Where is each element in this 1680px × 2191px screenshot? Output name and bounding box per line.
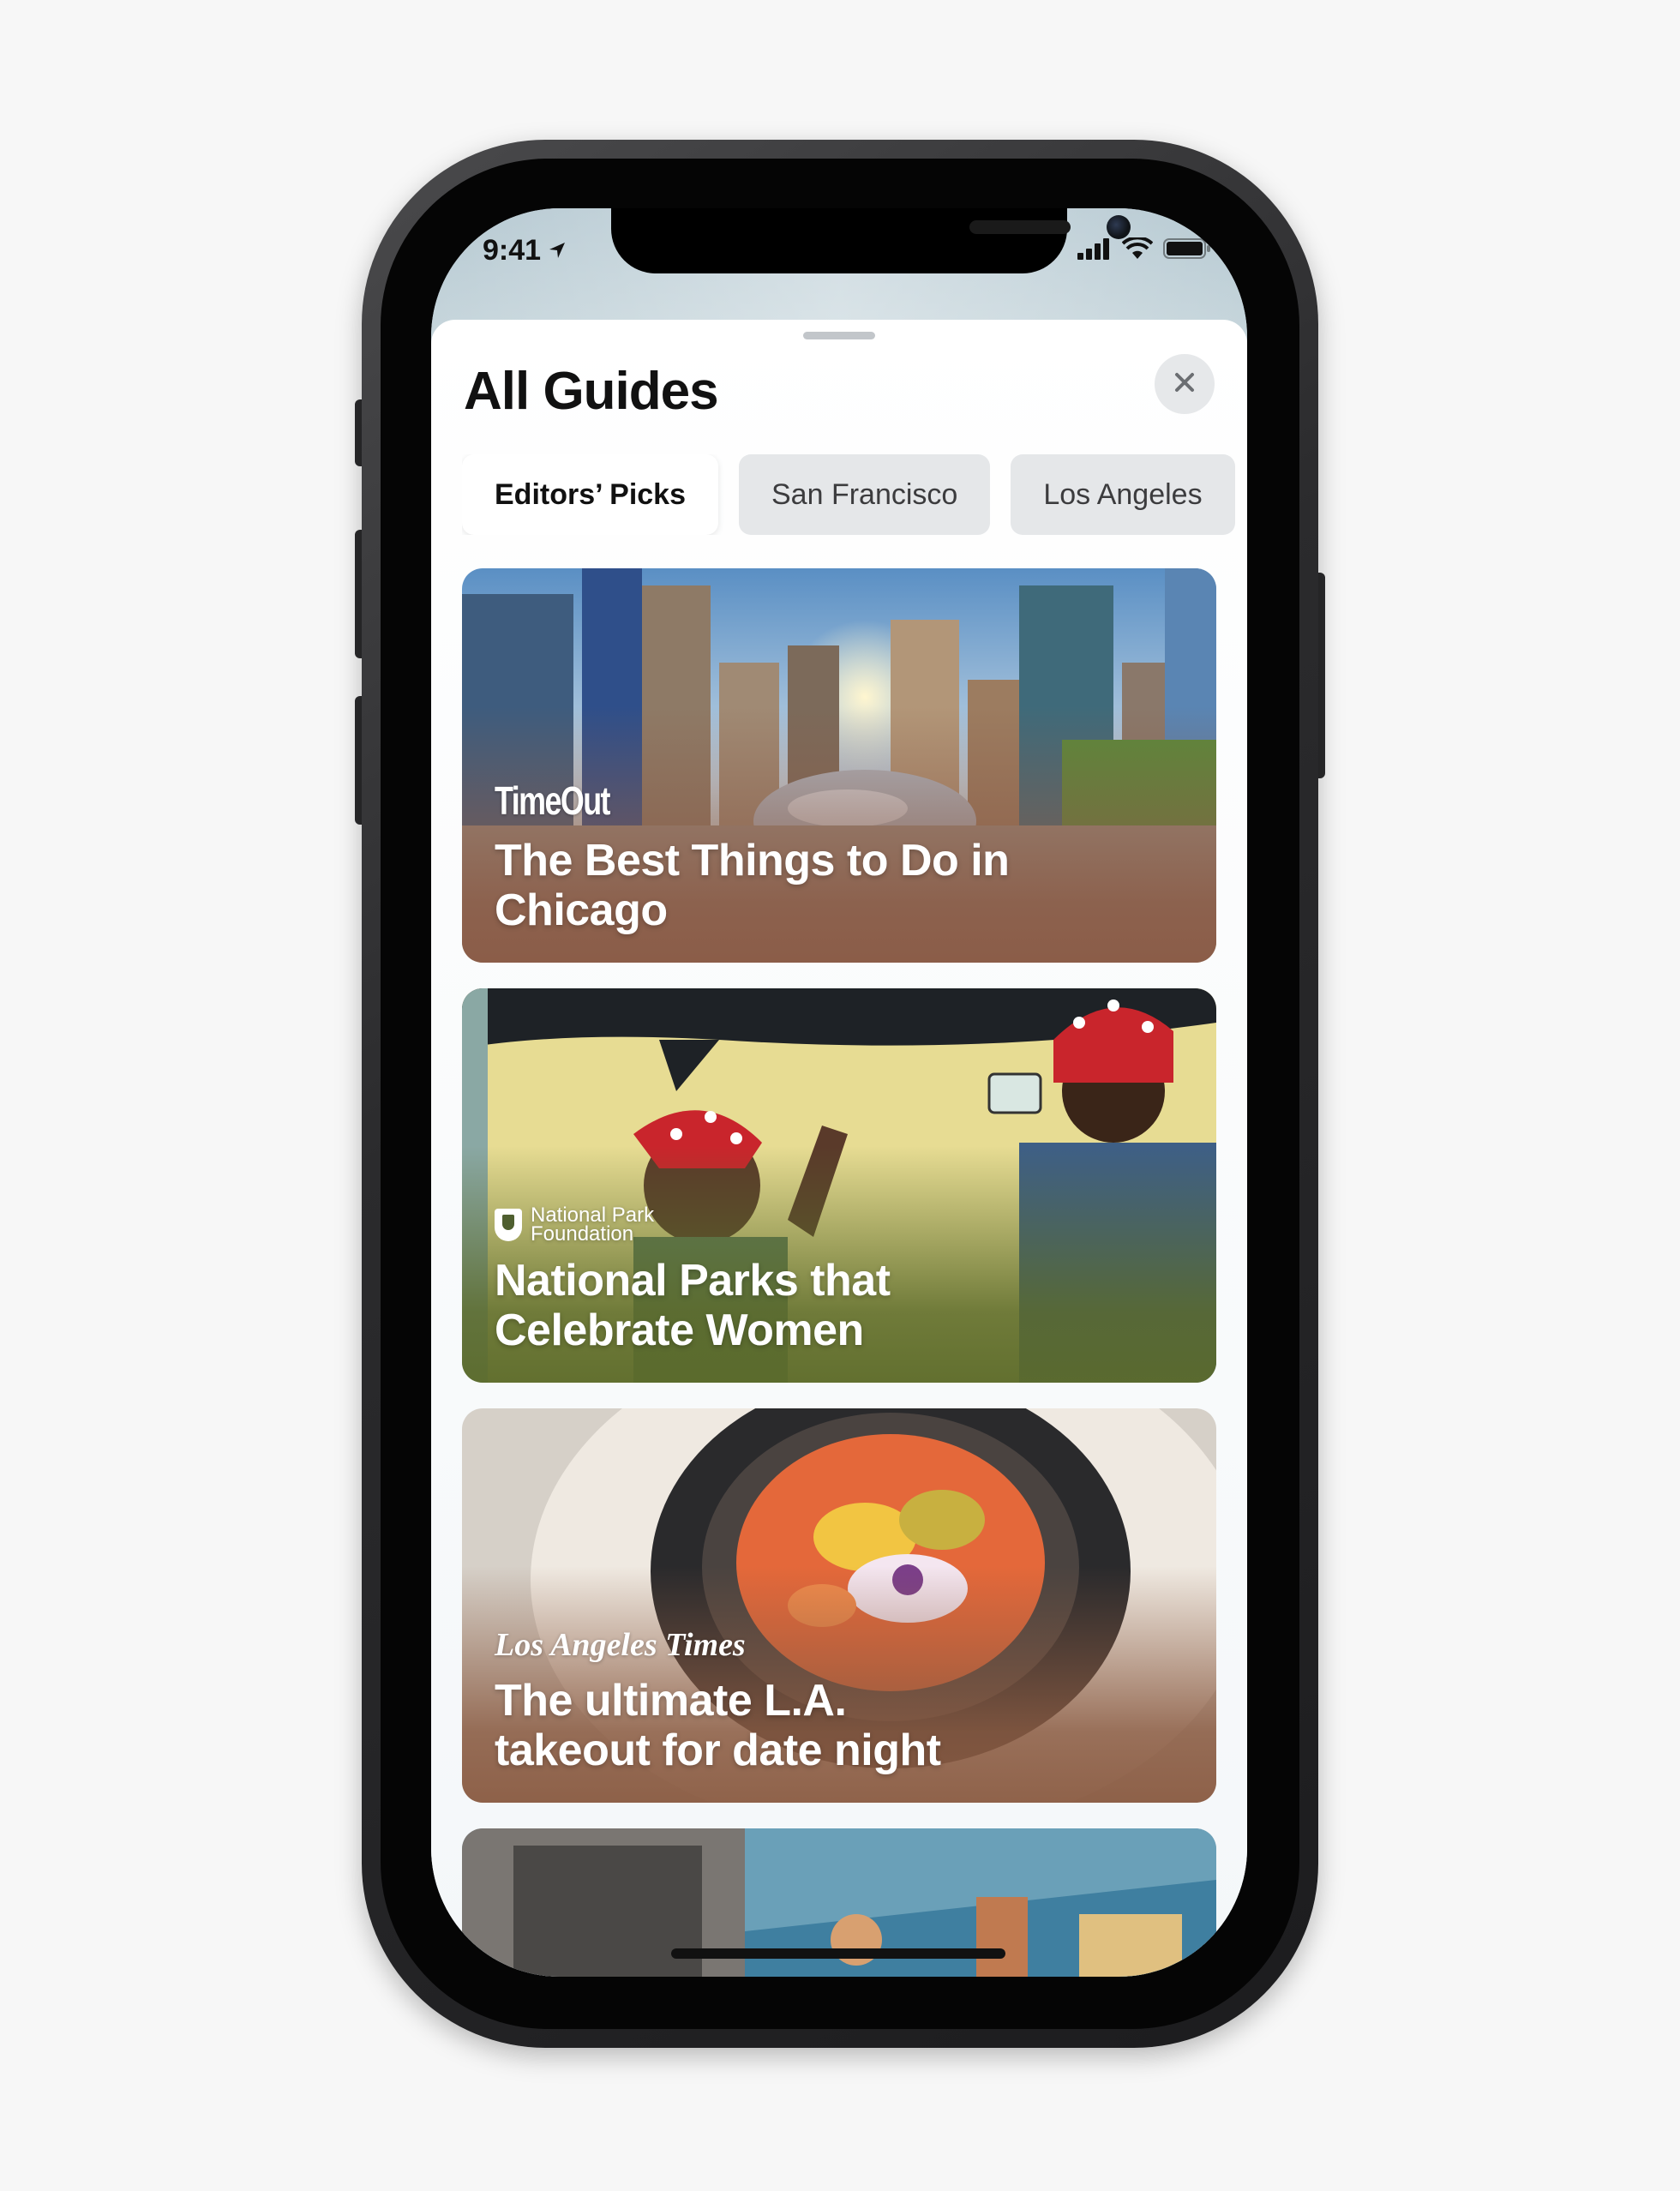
status-bar-indicators (1077, 236, 1211, 264)
phone-screen: 9:41 All Guides Editors’ Picks San Franc… (431, 208, 1247, 1977)
front-camera (1107, 215, 1131, 239)
guides-sheet: All Guides Editors’ Picks San Francisco … (431, 320, 1247, 1977)
card-title: National Parks that Celebrate Women (495, 1256, 891, 1355)
battery-icon (1163, 237, 1211, 264)
page-title: All Guides (464, 362, 719, 421)
national-park-foundation-logo-icon (495, 1209, 522, 1241)
publisher-logo: TimeOut (495, 778, 611, 823)
speaker-grille (969, 220, 1071, 234)
guide-card-chicago[interactable]: TimeOut The Best Things to Do in Chicago (462, 568, 1216, 963)
card-text-block: Los Angeles Times The ultimate L.A. take… (495, 1626, 1011, 1775)
home-indicator[interactable] (671, 1948, 1005, 1959)
guide-card-national-parks[interactable]: National Park Foundation National Parks … (462, 988, 1216, 1383)
guide-filter-tabs: Editors’ Picks San Francisco Los Angeles (462, 454, 1247, 535)
notch (611, 208, 1131, 273)
guides-list: TimeOut The Best Things to Do in Chicago (462, 568, 1216, 1977)
wifi-icon (1121, 236, 1154, 264)
guide-card-la-takeout[interactable]: Los Angeles Times The ultimate L.A. take… (462, 1408, 1216, 1803)
card-title: The Best Things to Do in Chicago (495, 836, 1010, 935)
sheet-grabber[interactable] (803, 332, 875, 339)
time-label: 9:41 (483, 234, 542, 267)
card-title: The ultimate L.A. takeout for date night (495, 1676, 941, 1775)
tab-los-angeles[interactable]: Los Angeles (1011, 454, 1235, 535)
tab-editors-picks[interactable]: Editors’ Picks (462, 454, 718, 535)
location-arrow-icon (548, 234, 567, 267)
card-text-block: National Park Foundation National Parks … (495, 1204, 1011, 1355)
tab-san-francisco[interactable]: San Francisco (739, 454, 991, 535)
close-icon (1172, 369, 1197, 399)
card-text-block: TimeOut The Best Things to Do in Chicago (495, 777, 1011, 935)
cellular-signal-icon (1077, 237, 1112, 264)
close-button[interactable] (1155, 354, 1215, 414)
publisher-name: National Park Foundation (531, 1204, 655, 1246)
publisher-logo: Los Angeles Times (495, 1627, 746, 1663)
status-bar-time: 9:41 (483, 234, 567, 267)
publisher-logo: National Park Foundation (495, 1204, 1011, 1246)
